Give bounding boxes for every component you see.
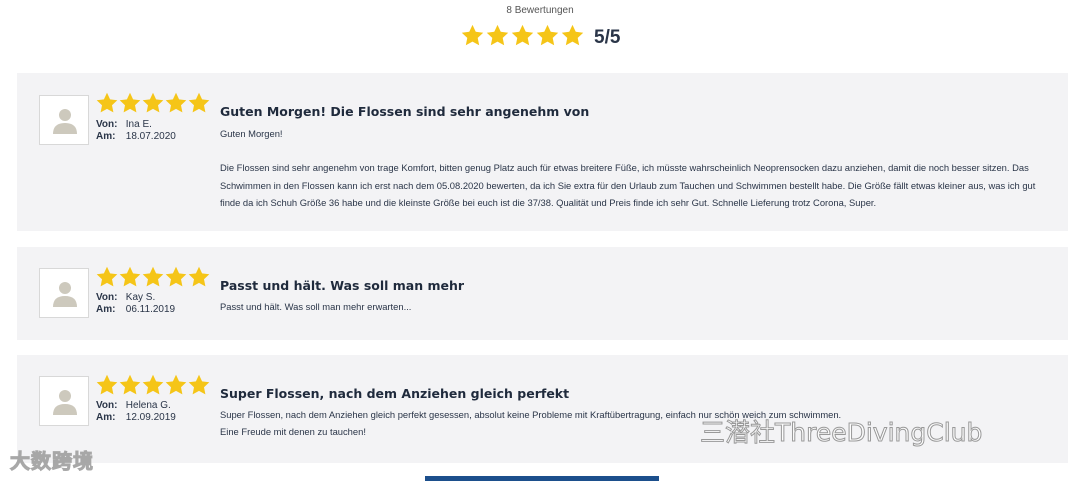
user-avatar-icon xyxy=(39,376,89,426)
date-label: Am: xyxy=(96,131,116,142)
star-icon xyxy=(95,373,119,397)
review-stars xyxy=(95,265,210,289)
star-icon xyxy=(510,23,535,48)
review-date: 06.11.2019 xyxy=(125,304,176,315)
star-icon xyxy=(560,23,585,48)
review-date: 12.09.2019 xyxy=(125,412,176,423)
review-card: Von: Ina E. Am: 18.07.2020 Guten Morgen!… xyxy=(17,73,1068,231)
star-icon xyxy=(187,91,211,115)
star-icon xyxy=(141,265,165,289)
author-label: Von: xyxy=(96,119,118,130)
author-name: Ina E. xyxy=(125,119,152,130)
review-stars xyxy=(95,373,210,397)
star-icon xyxy=(187,373,211,397)
review-title: Passt und hält. Was soll man mehr xyxy=(220,278,465,293)
star-icon xyxy=(535,23,560,48)
star-icon xyxy=(118,373,142,397)
watermark-left: 大数跨境 xyxy=(10,449,94,474)
review-text: Die Flossen sind sehr angenehm von trage… xyxy=(220,162,1036,208)
star-icon xyxy=(95,91,119,115)
star-icon xyxy=(118,91,142,115)
star-icon xyxy=(485,23,510,48)
star-icon xyxy=(460,23,485,48)
summary-stars xyxy=(460,23,585,48)
review-meta: Von: Ina E. Am: 18.07.2020 xyxy=(96,119,176,143)
rating-summary: 8 Bewertungen 5/5 xyxy=(0,0,1080,60)
author-label: Von: xyxy=(96,400,118,411)
load-more-button[interactable] xyxy=(425,476,659,481)
star-icon xyxy=(164,373,188,397)
review-stars xyxy=(95,91,210,115)
author-name: Helena G. xyxy=(125,400,171,411)
user-avatar-icon xyxy=(39,268,89,318)
review-card: Von: Kay S. Am: 06.11.2019 Passt und häl… xyxy=(17,247,1068,340)
date-label: Am: xyxy=(96,304,116,315)
date-label: Am: xyxy=(96,412,116,423)
star-icon xyxy=(164,265,188,289)
average-score: 5/5 xyxy=(594,27,621,48)
review-title: Super Flossen, nach dem Anziehen gleich … xyxy=(220,386,570,401)
author-name: Kay S. xyxy=(125,292,156,303)
user-avatar-icon xyxy=(39,95,89,145)
review-count[interactable]: 8 Bewertungen xyxy=(0,5,1080,16)
star-icon xyxy=(118,265,142,289)
review-date: 18.07.2020 xyxy=(125,131,176,142)
star-icon xyxy=(187,265,211,289)
review-meta: Von: Kay S. Am: 06.11.2019 xyxy=(96,292,175,316)
review-text: Passt und hält. Was soll man mehr erwart… xyxy=(220,301,412,312)
author-label: Von: xyxy=(96,292,118,303)
star-icon xyxy=(141,373,165,397)
watermark-right: 三潜社ThreeDivingClub xyxy=(699,418,983,448)
star-icon xyxy=(141,91,165,115)
review-greeting: Guten Morgen! xyxy=(220,128,283,139)
review-title: Guten Morgen! Die Flossen sind sehr ange… xyxy=(220,104,590,119)
star-icon xyxy=(95,265,119,289)
star-icon xyxy=(164,91,188,115)
review-meta: Von: Helena G. Am: 12.09.2019 xyxy=(96,400,176,424)
